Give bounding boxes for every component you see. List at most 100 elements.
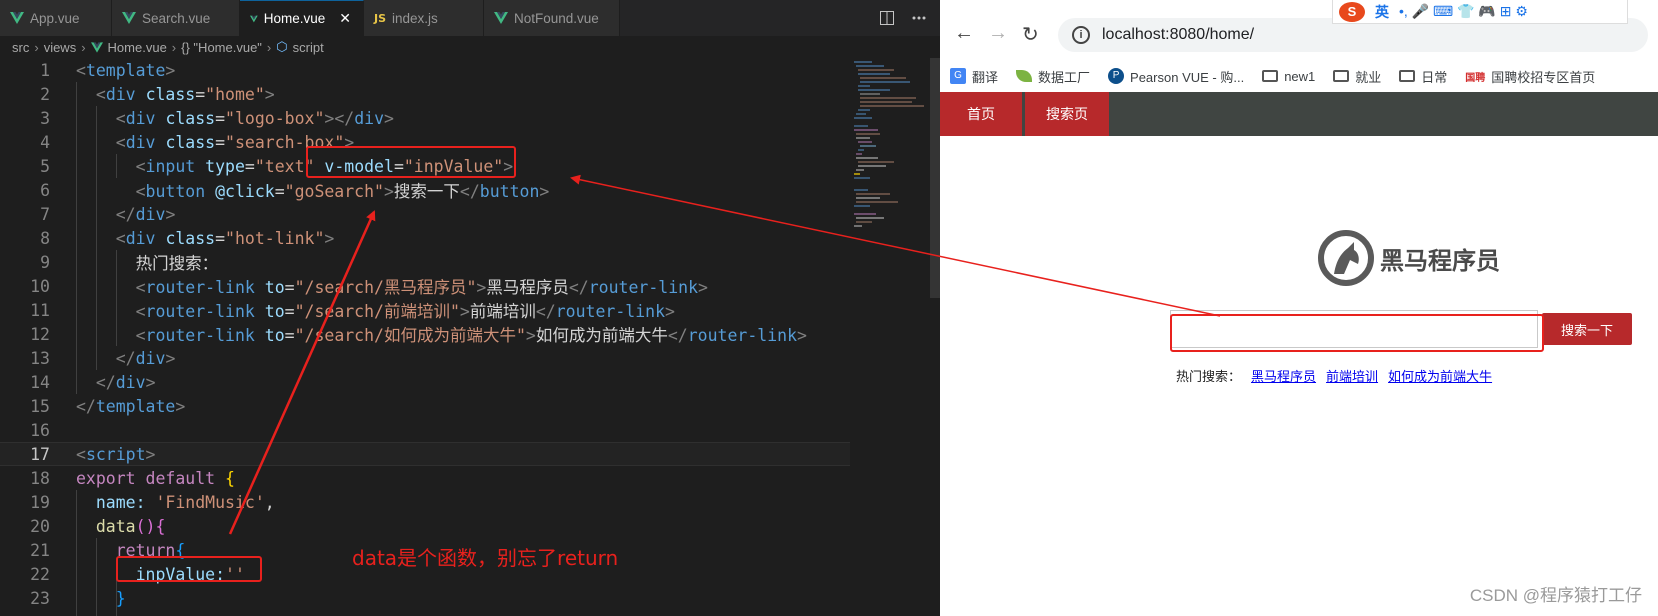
chevron-right-icon: › bbox=[266, 39, 272, 55]
tab-label: Search.vue bbox=[142, 10, 211, 26]
folder-icon bbox=[1262, 70, 1279, 82]
line-number: 19 bbox=[30, 492, 50, 512]
tab-label: NotFound.vue bbox=[514, 10, 599, 26]
url-text[interactable]: localhost:8080/home/ bbox=[1102, 26, 1254, 44]
minimap[interactable] bbox=[850, 58, 930, 298]
tab-app-vue[interactable]: App.vue bbox=[0, 0, 112, 36]
editor-actions bbox=[880, 0, 926, 36]
bookmark-folder-daily[interactable]: 日常 bbox=[1399, 67, 1447, 86]
annotation-box-data bbox=[116, 556, 262, 582]
code-editor: App.vue Search.vue Home.vue ✕ JS index.j… bbox=[0, 0, 940, 616]
breadcrumb-item[interactable]: {} "Home.vue" bbox=[181, 40, 262, 55]
line-number: 15 bbox=[30, 396, 50, 416]
breadcrumb-item[interactable]: views bbox=[44, 40, 77, 55]
code-line: 13 </div> bbox=[0, 346, 850, 370]
nav-home[interactable]: 首页 bbox=[940, 92, 1022, 136]
hot-links-label: 热门搜索： bbox=[1176, 369, 1242, 384]
sogou-logo-icon[interactable]: S bbox=[1339, 1, 1365, 22]
site-logo: 黑马程序员 bbox=[1318, 230, 1500, 286]
logo-text: 黑马程序员 bbox=[1380, 246, 1500, 275]
hot-links: 热门搜索： 黑马程序员 前端培训 如何成为前端大牛 bbox=[1176, 366, 1492, 385]
code-line: 23 } bbox=[0, 586, 850, 610]
annotation-box-vmodel bbox=[306, 146, 516, 178]
code-line: 2 <div class="home"> bbox=[0, 82, 850, 106]
line-number: 12 bbox=[30, 324, 50, 344]
line-number: 16 bbox=[30, 420, 50, 440]
bookmark-data-factory[interactable]: 数据工厂 bbox=[1016, 67, 1090, 86]
tab-label: index.js bbox=[392, 10, 438, 26]
editor-tab-bar: App.vue Search.vue Home.vue ✕ JS index.j… bbox=[0, 0, 940, 36]
bookmark-label: new1 bbox=[1284, 68, 1316, 84]
breadcrumb: src › views › Home.vue › {} "Home.vue" ›… bbox=[0, 36, 940, 58]
folder-icon bbox=[1399, 70, 1416, 82]
code-line: 9 热门搜索： bbox=[0, 250, 850, 274]
code-line: 10 <router-link to="/search/黑马程序员">黑马程序员… bbox=[0, 274, 850, 298]
code-line: 11 <router-link to="/search/前端培训">前端培训</… bbox=[0, 298, 850, 322]
line-number: 1 bbox=[40, 60, 50, 80]
info-icon[interactable]: i bbox=[1072, 26, 1090, 44]
nav-search[interactable]: 搜索页 bbox=[1025, 92, 1109, 136]
code-line: 16 bbox=[0, 418, 850, 442]
tab-index-js[interactable]: JS index.js bbox=[364, 0, 484, 36]
bookmark-label: Pearson VUE - 购... bbox=[1130, 69, 1245, 85]
line-number: 18 bbox=[30, 468, 50, 488]
code-line: 12 <router-link to="/search/如何成为前端大牛">如何… bbox=[0, 322, 850, 346]
more-actions-icon[interactable] bbox=[912, 16, 926, 20]
tab-label: App.vue bbox=[30, 10, 80, 26]
folder-icon bbox=[1333, 70, 1350, 82]
line-number: 13 bbox=[30, 348, 50, 368]
tab-notfound-vue[interactable]: NotFound.vue bbox=[484, 0, 620, 36]
code-line: 3 <div class="logo-box"></div> bbox=[0, 106, 850, 130]
bookmark-label: 翻译 bbox=[972, 69, 999, 85]
line-number: 23 bbox=[30, 588, 50, 608]
tab-search-vue[interactable]: Search.vue bbox=[112, 0, 240, 36]
code-line: 15 </template> bbox=[0, 394, 850, 418]
split-editor-icon[interactable] bbox=[880, 11, 894, 25]
close-icon[interactable]: ✕ bbox=[339, 10, 351, 27]
ime-tool-icons[interactable]: •, 🎤 ⌨ 👕 🎮 ⊞ ⚙ bbox=[1399, 3, 1528, 20]
editor-scrollbar[interactable] bbox=[930, 58, 940, 298]
ime-language[interactable]: 英 bbox=[1375, 2, 1389, 22]
hot-link-item[interactable]: 如何成为前端大牛 bbox=[1388, 366, 1492, 385]
breadcrumb-item[interactable]: script bbox=[293, 40, 324, 55]
breadcrumb-item[interactable]: Home.vue bbox=[108, 40, 167, 55]
browser-toolbar: ← → ↻ i localhost:8080/home/ S 英 •, 🎤 ⌨ … bbox=[940, 0, 1658, 60]
breadcrumb-item[interactable]: src bbox=[12, 40, 29, 55]
line-number: 3 bbox=[40, 108, 50, 128]
chevron-right-icon: › bbox=[34, 39, 39, 55]
vue-file-icon bbox=[10, 12, 24, 24]
line-number: 2 bbox=[40, 84, 50, 104]
pearson-icon: P bbox=[1108, 68, 1125, 84]
bookmark-guopin[interactable]: 国聘 国聘校招专区首页 bbox=[1465, 67, 1595, 86]
site-nav-bar: 首页 搜索页 bbox=[940, 92, 1658, 136]
line-number: 5 bbox=[40, 156, 50, 176]
hot-link-item[interactable]: 黑马程序员 bbox=[1251, 366, 1316, 385]
line-number: 10 bbox=[30, 276, 50, 296]
forward-arrow-icon[interactable]: → bbox=[988, 22, 1008, 45]
code-line: 20 data(){ bbox=[0, 514, 850, 538]
leaf-icon bbox=[1016, 70, 1033, 82]
bookmarks-bar: G 翻译 数据工厂 P Pearson VUE - 购... new1 就业 日… bbox=[940, 60, 1658, 92]
reload-icon[interactable]: ↻ bbox=[1022, 22, 1039, 47]
vue-file-icon bbox=[250, 15, 258, 22]
chevron-right-icon: › bbox=[171, 39, 177, 55]
code-area[interactable]: 1 <template> 2 <div class="home"> 3 <div … bbox=[0, 58, 850, 616]
line-number: 9 bbox=[40, 252, 50, 272]
search-button[interactable]: 搜索一下 bbox=[1542, 313, 1632, 345]
line-number: 20 bbox=[30, 516, 50, 536]
bookmark-pearson[interactable]: P Pearson VUE - 购... bbox=[1108, 67, 1244, 86]
watermark: CSDN @程序猿打工仔 bbox=[1469, 586, 1642, 605]
chevron-right-icon: › bbox=[81, 39, 86, 55]
hot-link-item[interactable]: 前端培训 bbox=[1326, 366, 1378, 385]
bookmark-translate[interactable]: G 翻译 bbox=[950, 67, 998, 86]
bookmark-folder-jobs[interactable]: 就业 bbox=[1333, 67, 1381, 86]
back-arrow-icon[interactable]: ← bbox=[954, 22, 974, 45]
line-number: 21 bbox=[30, 540, 50, 560]
code-line: 7 </div> bbox=[0, 202, 850, 226]
annotation-note: data是个函数，别忘了return bbox=[352, 546, 619, 570]
line-number: 4 bbox=[40, 132, 50, 152]
bookmark-label: 就业 bbox=[1355, 69, 1382, 85]
tab-home-vue[interactable]: Home.vue ✕ bbox=[240, 0, 364, 36]
line-number: 7 bbox=[40, 204, 50, 224]
bookmark-folder-new1[interactable]: new1 bbox=[1262, 69, 1315, 84]
